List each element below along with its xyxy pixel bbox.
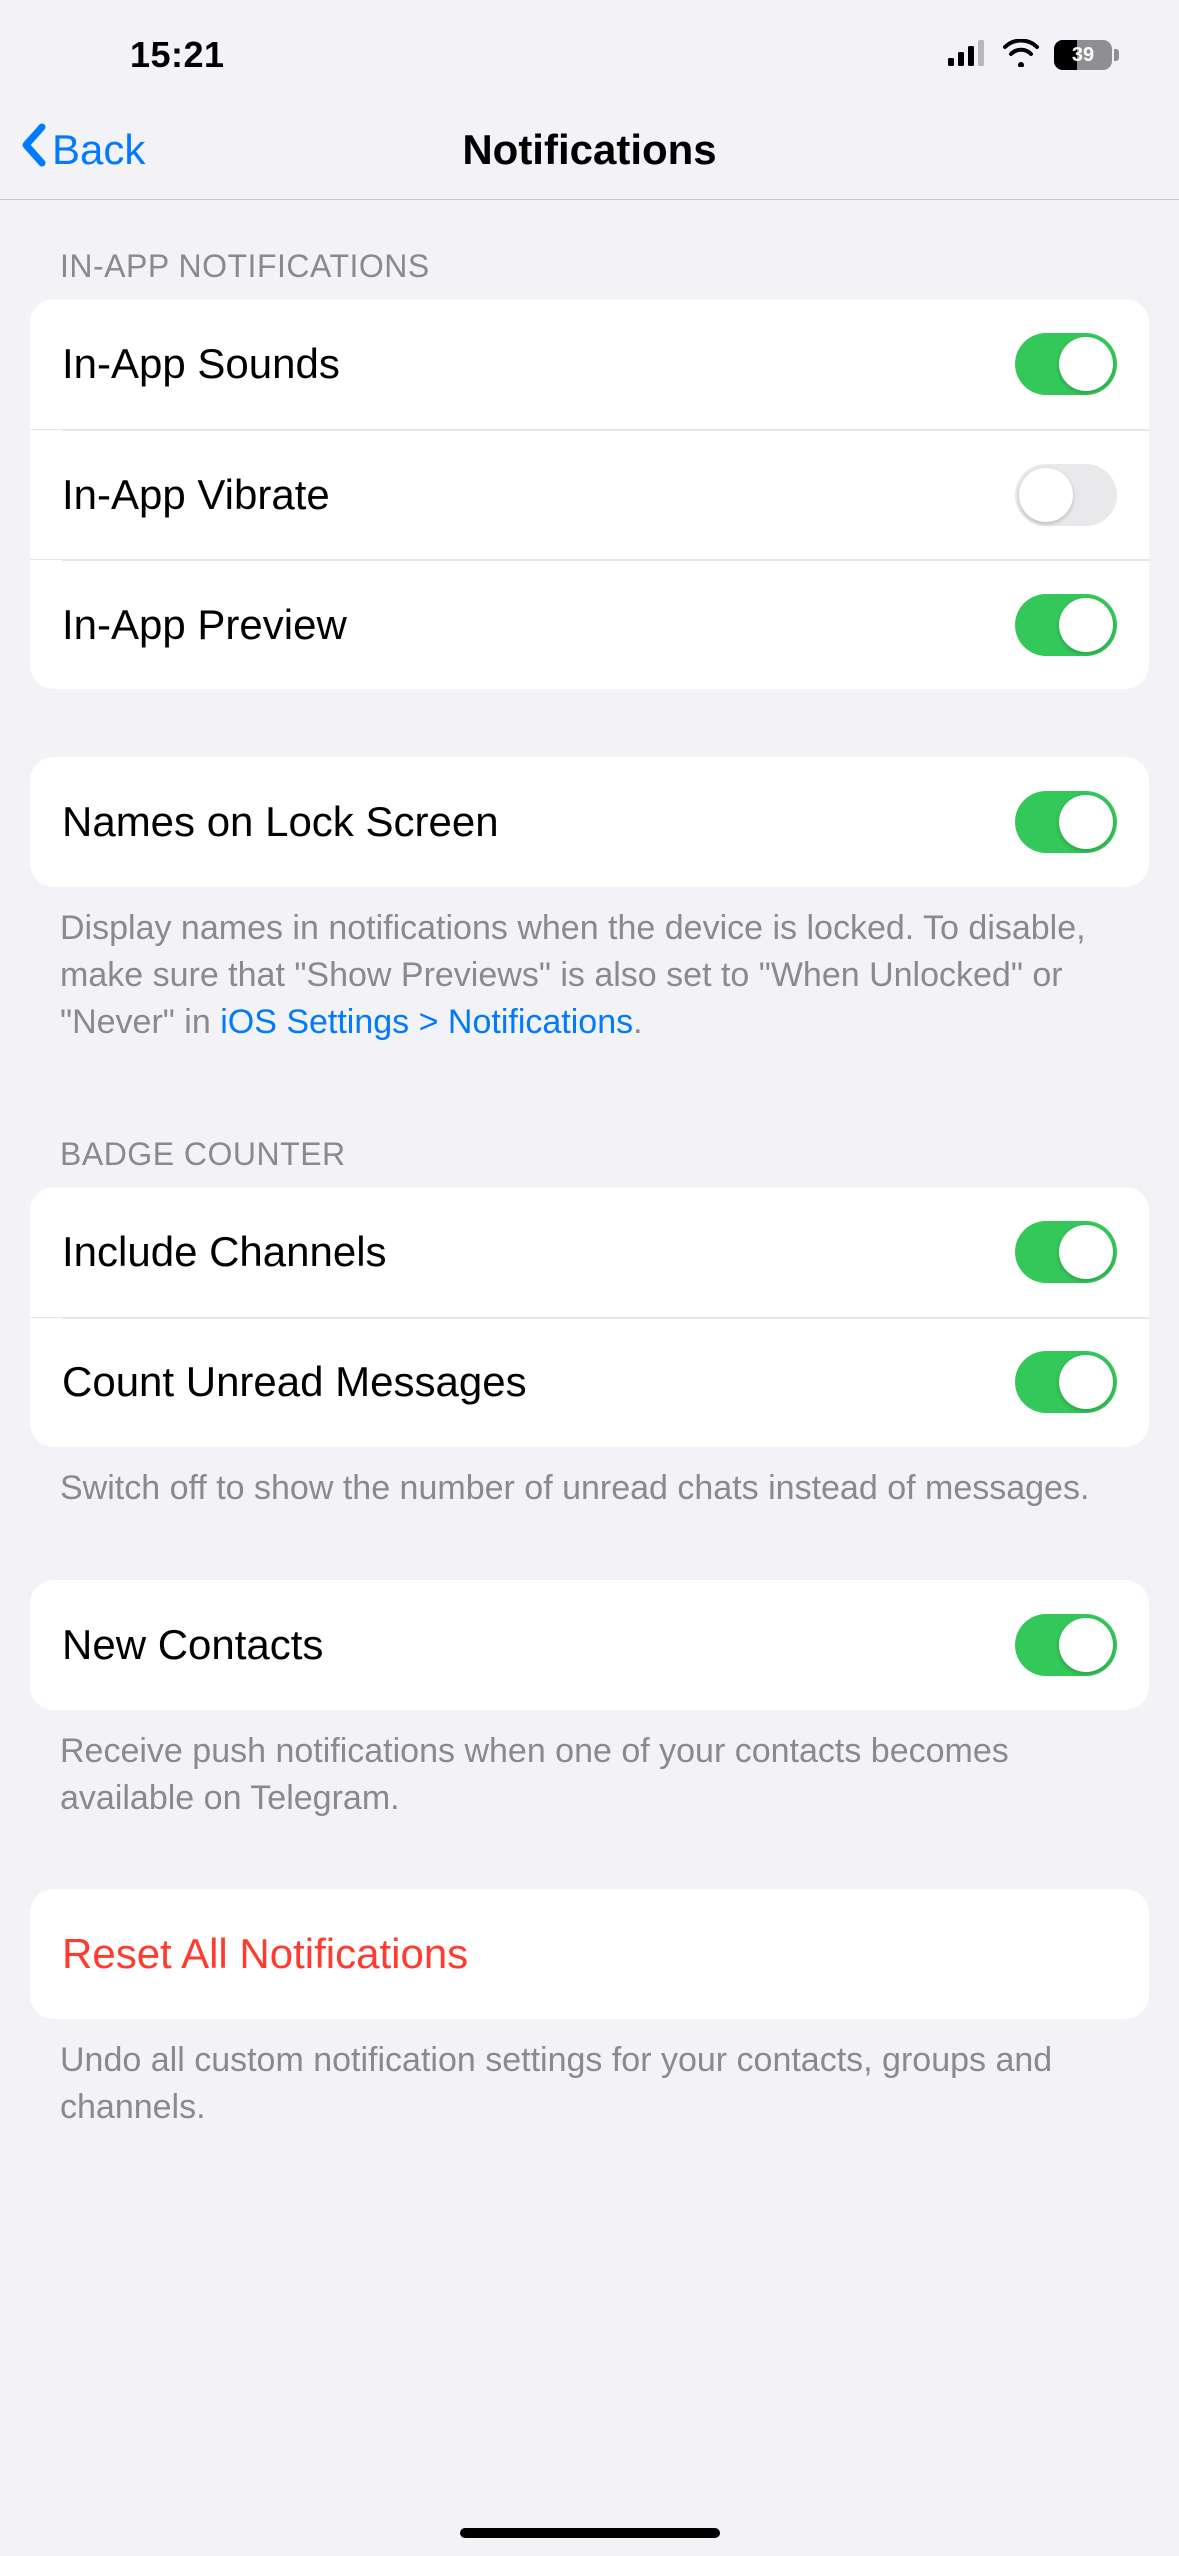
page-title: Notifications xyxy=(0,126,1179,174)
row-label: Names on Lock Screen xyxy=(62,798,499,846)
row-inapp-sounds[interactable]: In-App Sounds xyxy=(30,299,1149,429)
row-count-unread[interactable]: Count Unread Messages xyxy=(30,1317,1149,1447)
section-header-badge: BADGE COUNTER xyxy=(30,1046,1149,1187)
battery-level: 39 xyxy=(1072,44,1094,67)
row-label: In-App Vibrate xyxy=(62,471,330,519)
row-label: Include Channels xyxy=(62,1228,387,1276)
group-lockscreen: Names on Lock Screen xyxy=(30,757,1149,887)
cellular-icon xyxy=(948,40,988,71)
footer-badge: Switch off to show the number of unread … xyxy=(30,1447,1149,1512)
chevron-left-icon xyxy=(20,123,48,177)
footer-reset: Undo all custom notification settings fo… xyxy=(30,2019,1149,2131)
row-inapp-vibrate[interactable]: In-App Vibrate xyxy=(30,429,1149,559)
battery-icon: 39 xyxy=(1054,40,1119,70)
row-names-lockscreen[interactable]: Names on Lock Screen xyxy=(30,757,1149,887)
toggle-count-unread[interactable] xyxy=(1015,1351,1117,1413)
toggle-inapp-sounds[interactable] xyxy=(1015,333,1117,395)
section-header-inapp: IN-APP NOTIFICATIONS xyxy=(30,200,1149,299)
toggle-include-channels[interactable] xyxy=(1015,1221,1117,1283)
toggle-inapp-preview[interactable] xyxy=(1015,594,1117,656)
back-label: Back xyxy=(52,126,145,174)
group-reset: Reset All Notifications xyxy=(30,1889,1149,2019)
home-indicator xyxy=(460,2528,720,2538)
row-new-contacts[interactable]: New Contacts xyxy=(30,1580,1149,1710)
row-label: New Contacts xyxy=(62,1621,323,1669)
footer-text-post: . xyxy=(633,1003,642,1041)
row-include-channels[interactable]: Include Channels xyxy=(30,1187,1149,1317)
row-reset-all[interactable]: Reset All Notifications xyxy=(30,1889,1149,2019)
toggle-names-lockscreen[interactable] xyxy=(1015,791,1117,853)
row-label-reset: Reset All Notifications xyxy=(62,1930,468,1978)
row-label: In-App Preview xyxy=(62,601,347,649)
footer-link-ios-settings[interactable]: iOS Settings > Notifications xyxy=(220,1003,633,1041)
wifi-icon xyxy=(1002,39,1040,72)
group-badge: Include Channels Count Unread Messages xyxy=(30,1187,1149,1447)
nav-bar: Back Notifications xyxy=(0,110,1179,200)
row-label: In-App Sounds xyxy=(62,340,340,388)
group-contacts: New Contacts xyxy=(30,1580,1149,1710)
group-inapp: In-App Sounds In-App Vibrate In-App Prev… xyxy=(30,299,1149,689)
row-inapp-preview[interactable]: In-App Preview xyxy=(30,559,1149,689)
status-time: 15:21 xyxy=(130,34,225,76)
status-bar: 15:21 39 xyxy=(0,0,1179,110)
footer-lockscreen: Display names in notifications when the … xyxy=(30,887,1149,1046)
back-button[interactable]: Back xyxy=(20,123,145,177)
row-label: Count Unread Messages xyxy=(62,1358,527,1406)
footer-contacts: Receive push notifications when one of y… xyxy=(30,1710,1149,1822)
toggle-inapp-vibrate[interactable] xyxy=(1015,464,1117,526)
status-icons: 39 xyxy=(948,39,1119,72)
toggle-new-contacts[interactable] xyxy=(1015,1614,1117,1676)
